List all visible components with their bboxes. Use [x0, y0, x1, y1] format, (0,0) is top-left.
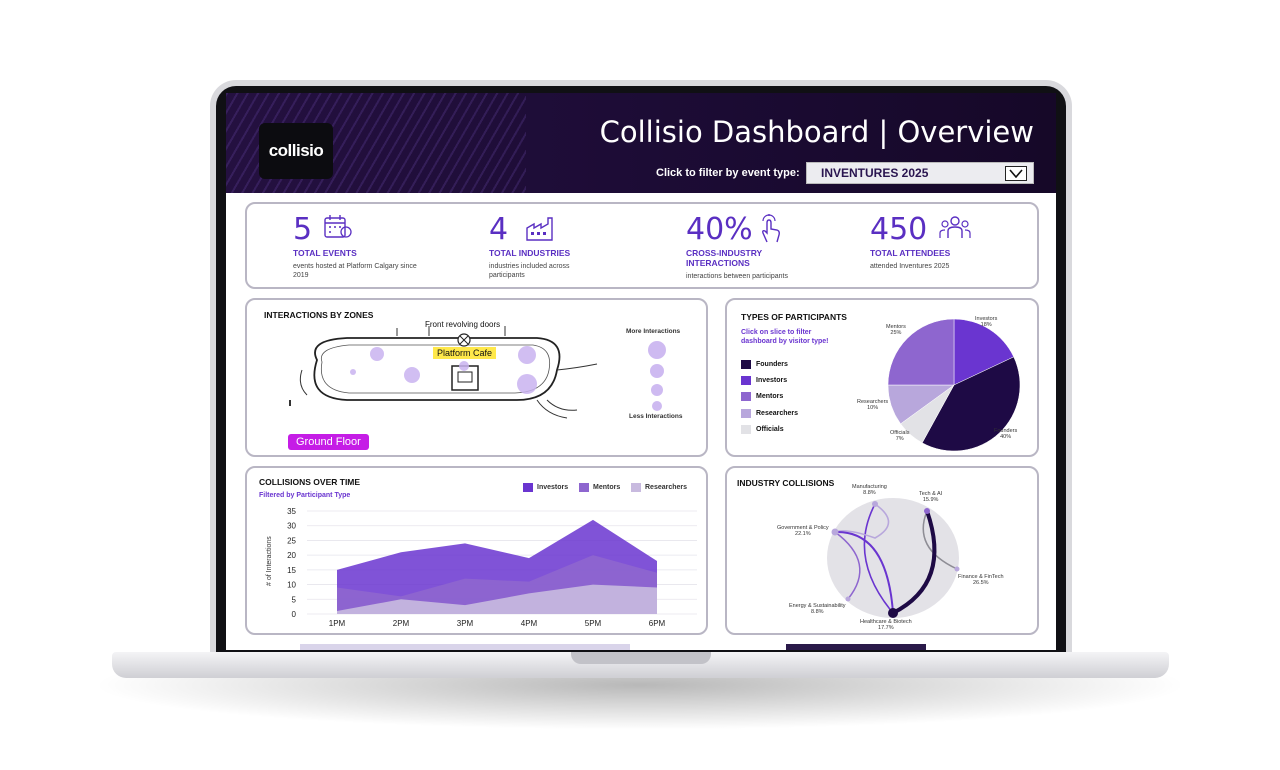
next-row-peek [300, 644, 630, 650]
pie-label-founders: Founders 40% [994, 428, 1017, 440]
more-interactions-label: More Interactions [626, 328, 681, 335]
kpi-label: TOTAL ATTENDEES [870, 248, 951, 258]
y-tick-label: 10 [287, 581, 296, 590]
node-healthcare-biotech[interactable] [888, 608, 898, 618]
collisio-logo: collisio [259, 123, 333, 179]
zone-bubble[interactable] [404, 367, 420, 383]
legend-bubble-md [651, 384, 663, 396]
zone-bubble[interactable] [517, 374, 537, 394]
filter-label: Click to filter by event type: [656, 167, 800, 179]
industry-label-government-policy: Government & Policy 22.1% [777, 525, 829, 537]
kpi-desc: attended Inventures 2025 [870, 263, 950, 270]
industry-label-pct: 22.1% [795, 531, 811, 537]
cafe-label: Platform Cafe [433, 347, 497, 359]
industry-label-finance-fintech: Finance & FinTech 26.5% [958, 574, 1004, 586]
pie-label-researchers: Researchers 10% [857, 399, 888, 411]
people-icon [938, 214, 972, 245]
pie-label-officials: Officials 7% [890, 430, 909, 442]
y-tick-label: 5 [292, 595, 297, 604]
pie-label-investors: Investors 18% [975, 316, 997, 328]
logo-text: collisio [268, 141, 324, 160]
node-finance-fintech[interactable] [954, 566, 960, 572]
kpi-label: TOTAL EVENTS [293, 248, 357, 258]
dashboard-header: collisio Collisio Dashboard | Overview C… [226, 93, 1056, 193]
kpi-label: TOTAL INDUSTRIES [489, 248, 571, 258]
y-axis-label: # of Interactions [266, 536, 273, 586]
dashboard-screen: collisio Collisio Dashboard | Overview C… [226, 93, 1056, 650]
industry-collisions-card: INDUSTRY COLLISIONS Manufacturing 8.8% Te… [725, 466, 1039, 635]
y-tick-label: 35 [287, 507, 296, 516]
page-title: Collisio Dashboard | Overview [599, 115, 1034, 149]
node-tech-ai[interactable] [924, 508, 930, 514]
y-tick-label: 20 [287, 551, 296, 560]
x-tick-label: 6PM [649, 619, 666, 628]
factory-icon [525, 214, 557, 247]
x-tick-label: 5PM [585, 619, 602, 628]
ground-floor-button[interactable]: Ground Floor [288, 434, 369, 450]
zone-bubble[interactable] [518, 346, 536, 364]
x-tick-label: 1PM [329, 619, 346, 628]
pie-label-pct: 10% [867, 405, 879, 411]
kpi-desc: events hosted at Platform Calgary since … [293, 263, 417, 279]
legend-bubble-xl [648, 341, 666, 359]
node-government-policy[interactable] [831, 528, 839, 536]
legend-bubble-lg [650, 364, 664, 378]
y-tick-label: 15 [287, 566, 296, 575]
zones-card: INTERACTIONS BY ZONES Front revolving do… [245, 298, 708, 457]
legend-bubble-sm [652, 401, 662, 411]
next-row-peek [786, 644, 926, 650]
x-tick-label: 4PM [521, 619, 538, 628]
zone-bubble[interactable] [459, 361, 469, 371]
event-type-select[interactable]: INVENTURES 2025 [806, 162, 1034, 184]
kpi-label: CROSS-INDUSTRY INTERACTIONS [686, 248, 763, 268]
kpi-total-industries: 4 TOTAL INDUSTRIES industries included a… [489, 212, 599, 280]
participants-card: TYPES OF PARTICIPANTS Click on slice to … [725, 298, 1039, 457]
pie-label-mentors: Mentors 25% [886, 324, 906, 336]
industry-label-healthcare-biotech: Healthcare & Biotech 17.7% [860, 619, 912, 631]
industry-label-tech-ai: Tech & AI 15.9% [919, 491, 942, 503]
node-manufacturing[interactable] [872, 501, 878, 507]
y-tick-label: 0 [292, 610, 297, 619]
kpi-desc: interactions between participants [686, 273, 788, 280]
calendar-icon [323, 214, 353, 245]
industry-label-pct: 26.5% [972, 580, 989, 586]
industry-label-pct: 17.7% [878, 625, 894, 631]
y-tick-label: 25 [287, 536, 296, 545]
kpi-strip: 5 TOTAL EVENTS events hosted at Platform… [245, 202, 1039, 289]
pie-label-pct: 40% [1000, 434, 1012, 440]
event-type-value: INVENTURES 2025 [821, 166, 929, 180]
node-energy-sustainability[interactable] [845, 596, 851, 602]
x-tick-label: 3PM [457, 619, 474, 628]
tap-icon [758, 214, 784, 249]
less-interactions-label: Less Interactions [629, 413, 683, 420]
chevron-down-icon[interactable] [1005, 166, 1027, 181]
pie-label-pct: 18% [980, 322, 992, 328]
pie-label-pct: 25% [890, 330, 902, 336]
kpi-value: 5 [293, 212, 313, 247]
industry-label-pct: 8.8% [863, 490, 876, 496]
collisions-area-chart: 0 5 10 15 20 25 30 35 # of Interactions 1PM 2PM 3PM… [266, 507, 697, 628]
industry-label-pct: 8.8% [811, 609, 824, 615]
laptop-notch [571, 652, 711, 664]
x-tick-label: 2PM [393, 619, 410, 628]
y-tick-label: 30 [287, 522, 296, 531]
zone-bubble[interactable] [370, 347, 384, 361]
kpi-total-attendees: 450 TOTAL ATTENDEES attended Inventures … [870, 212, 971, 271]
kpi-total-events: 5 TOTAL EVENTS events hosted at Platform… [293, 212, 417, 280]
pie-label-pct: 7% [895, 436, 904, 442]
zone-bubble[interactable] [350, 369, 356, 375]
industry-label-manufacturing: Manufacturing 8.8% [852, 484, 887, 496]
collisions-over-time-card: COLLISIONS OVER TIME Filtered by Partici… [245, 466, 708, 635]
kpi-cross-industry: 40% CROSS-INDUSTRY INTERACTIONS interact… [686, 212, 788, 281]
industry-label-energy-sustainability: Energy & Sustainability 8.8% [789, 603, 846, 615]
industry-label-pct: 15.9% [922, 497, 939, 503]
kpi-desc: industries included across participants [489, 263, 570, 279]
